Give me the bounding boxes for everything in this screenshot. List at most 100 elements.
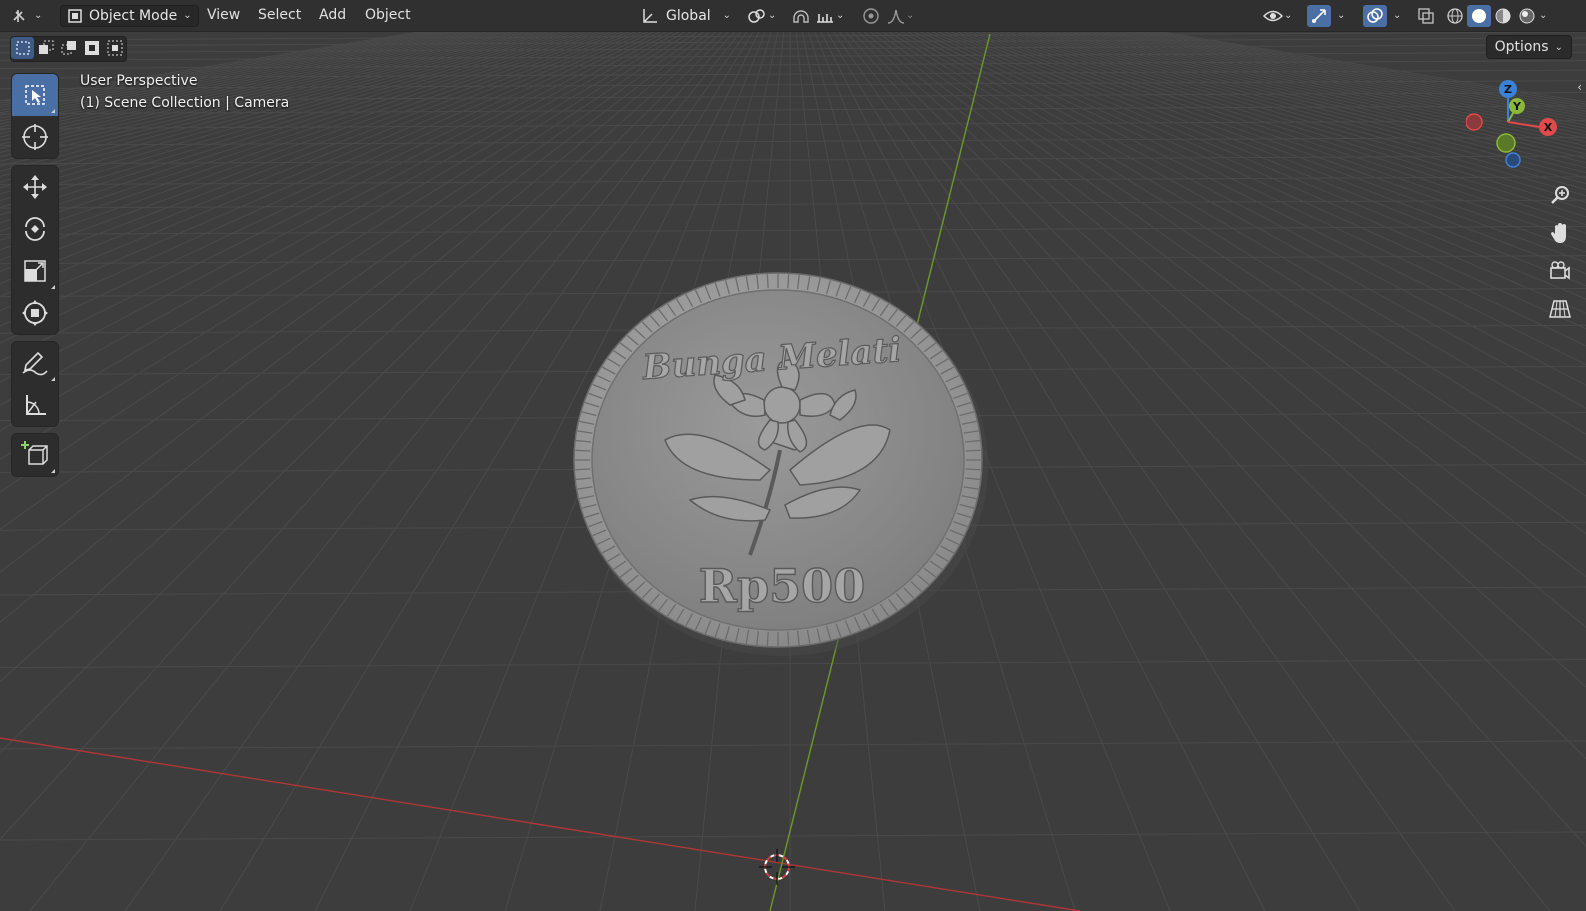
chevron-down-icon: ⌄: [1554, 41, 1563, 53]
rim-ridge: [766, 274, 769, 289]
proportional-editing-toggle[interactable]: [861, 4, 881, 27]
select-new-icon[interactable]: [11, 37, 34, 59]
overlays-toggle[interactable]: ⌄: [1363, 4, 1401, 27]
tool-scale[interactable]: [12, 250, 58, 292]
tool-transform[interactable]: [12, 292, 58, 334]
svg-text:Z: Z: [1504, 83, 1512, 96]
selection-mode-group: [10, 36, 127, 62]
tool-measure[interactable]: [12, 384, 58, 426]
proportional-edit-icon: [861, 6, 881, 26]
options-label: Options: [1494, 39, 1549, 55]
camera-icon: [1549, 260, 1571, 282]
projection-toggle-button[interactable]: [1543, 292, 1577, 326]
grid-line: [0, 51, 1586, 61]
collection-label: (1) Scene Collection: [80, 95, 221, 111]
orientation-icon: [640, 7, 660, 25]
editor-type-dropdown[interactable]: ⌄: [12, 4, 42, 27]
select-subtract-icon[interactable]: [57, 37, 80, 59]
select-intersect-icon[interactable]: [103, 37, 126, 59]
move-icon: [21, 173, 49, 201]
pivot-point-dropdown[interactable]: ⌄: [746, 4, 776, 27]
select-invert-icon[interactable]: [80, 37, 103, 59]
gizmo-icon: [1307, 4, 1331, 27]
mode-dropdown[interactable]: Object Mode ⌄: [60, 4, 199, 27]
gizmo-neg-y-icon[interactable]: [1496, 133, 1516, 153]
rim-ridge: [787, 631, 790, 646]
add-cube-icon: [20, 440, 50, 470]
grid-line: [0, 120, 1586, 130]
grid-line: [0, 155, 1586, 165]
menu-add[interactable]: Add: [319, 5, 346, 25]
snap-toggle[interactable]: [790, 4, 812, 27]
gizmo-neg-z-icon[interactable]: [1505, 152, 1521, 168]
scene-info: (1) Scene Collection | Camera: [80, 95, 289, 111]
xray-icon: [1416, 6, 1436, 26]
solid-shading-icon[interactable]: [1467, 4, 1491, 27]
pivot-icon: [746, 7, 768, 25]
scale-icon: [22, 258, 48, 284]
hand-icon: [1549, 222, 1571, 244]
transform-orientation-dropdown[interactable]: Global ⌄: [640, 4, 731, 27]
scene-canvas[interactable]: Bunga Melati Rp500: [0, 0, 1586, 911]
menu-select[interactable]: Select: [258, 5, 301, 25]
rim-ridge: [575, 449, 591, 452]
gizmo-toggle[interactable]: ⌄: [1307, 4, 1345, 27]
gizmo-y-icon[interactable]: Y: [1509, 98, 1525, 114]
coin-model[interactable]: Bunga Melati Rp500: [573, 272, 988, 656]
transform-icon: [21, 299, 49, 327]
sidebar-expand-icon[interactable]: ‹: [1577, 80, 1582, 94]
magnet-icon: [790, 6, 812, 26]
navigation-gizmo[interactable]: Z Y X: [1466, 78, 1570, 178]
select-box-icon: [23, 83, 47, 107]
grid-line: [0, 199, 1586, 209]
falloff-dropdown[interactable]: ⌄: [886, 4, 914, 27]
editor-type-icon: [12, 8, 34, 24]
snap-target-dropdown[interactable]: ⌄: [814, 4, 844, 27]
orientation-label: Global: [666, 7, 711, 24]
material-shading-icon[interactable]: [1491, 7, 1515, 25]
gizmo-neg-x-icon[interactable]: [1466, 113, 1483, 131]
overlays-icon: [1363, 4, 1387, 27]
object-mode-icon: [67, 8, 83, 24]
xray-toggle[interactable]: [1416, 4, 1436, 27]
zoom-view-button[interactable]: [1543, 178, 1577, 212]
tool-cursor[interactable]: [12, 116, 58, 158]
menu-object[interactable]: Object: [365, 5, 411, 25]
visibility-dropdown[interactable]: ⌄: [1262, 4, 1292, 27]
svg-text:Y: Y: [1512, 100, 1522, 113]
rotate-icon: [21, 215, 49, 243]
gizmo-z-icon[interactable]: Z: [1499, 80, 1517, 98]
tool-move[interactable]: [12, 166, 58, 208]
wireframe-shading-icon[interactable]: [1443, 7, 1467, 25]
rim-ridge: [766, 631, 769, 646]
rendered-shading-icon[interactable]: [1515, 7, 1539, 25]
active-object-label: Camera: [234, 95, 290, 111]
tool-rotate[interactable]: [12, 208, 58, 250]
ruler-icon: [22, 392, 48, 418]
pencil-icon: [20, 349, 50, 377]
viewport-header: ⌄ Object Mode ⌄ View Select Add Object G…: [0, 0, 1586, 32]
gizmo-x-icon[interactable]: X: [1539, 118, 1557, 136]
options-dropdown[interactable]: Options ⌄: [1485, 35, 1572, 59]
tool-add-cube[interactable]: [12, 434, 58, 476]
3d-viewport[interactable]: Bunga Melati Rp500 ⌄ Object Mode ⌄ View …: [0, 0, 1586, 911]
mode-label: Object Mode: [89, 7, 178, 24]
view-name: User Perspective: [80, 73, 198, 89]
shading-modes: ⌄: [1443, 4, 1547, 27]
separator: |: [225, 95, 235, 111]
tool-annotate[interactable]: [12, 342, 58, 384]
menu-view[interactable]: View: [207, 5, 240, 25]
camera-view-button[interactable]: [1543, 254, 1577, 288]
grid-line: [0, 44, 1586, 54]
select-extend-icon[interactable]: [34, 37, 57, 59]
perspective-grid-icon: [1549, 298, 1571, 320]
grid-line: [0, 740, 1586, 750]
pan-view-button[interactable]: [1543, 216, 1577, 250]
falloff-curve-icon: [886, 6, 906, 26]
rim-ridge: [787, 274, 790, 289]
svg-text:X: X: [1544, 121, 1553, 134]
grid-line: [0, 255, 1586, 265]
rim-ridge: [965, 449, 981, 452]
tool-select-box[interactable]: [12, 74, 58, 116]
grid-line: [0, 831, 1586, 841]
